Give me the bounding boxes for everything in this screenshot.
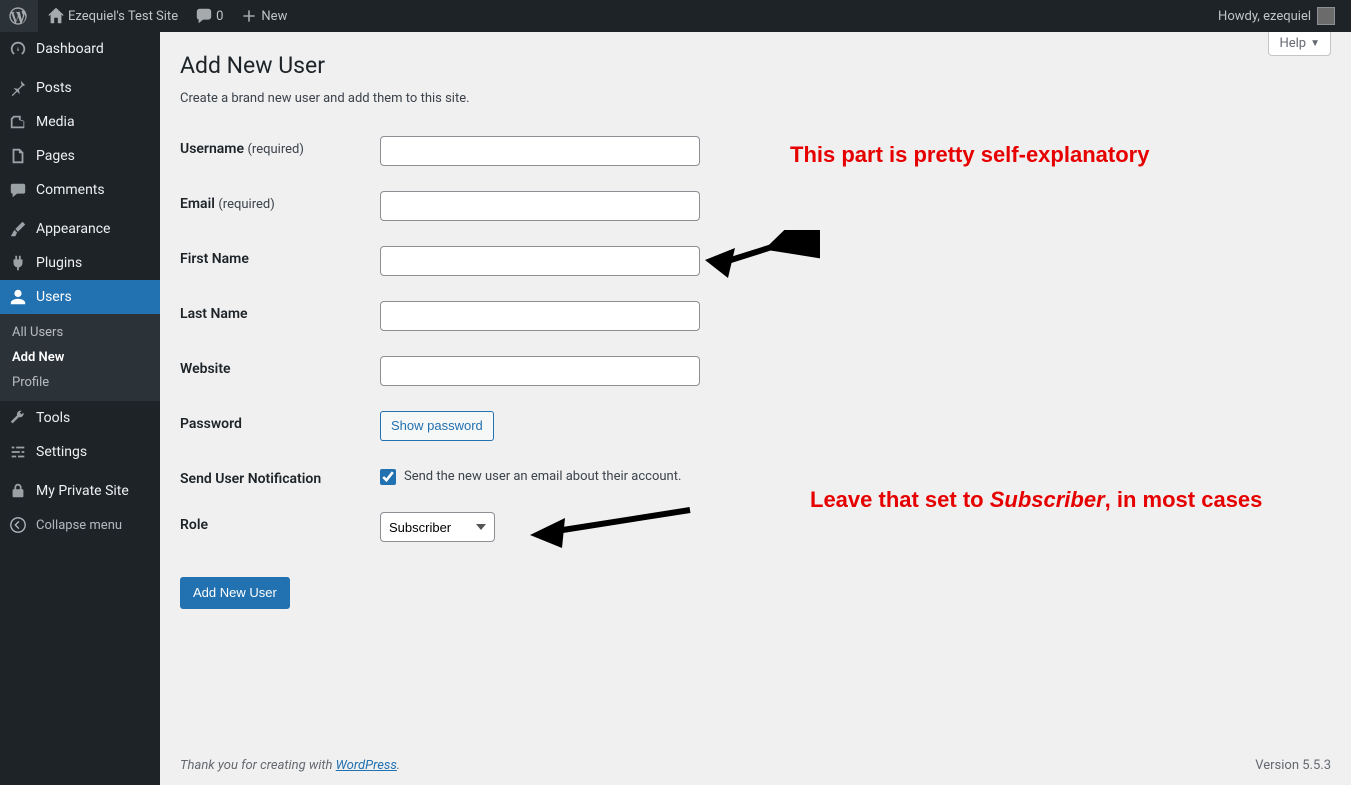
help-label: Help [1279,36,1306,51]
pin-icon [8,78,28,98]
annotation-bottom: Leave that set to Subscriber, in most ca… [810,485,1262,516]
submenu-all-users[interactable]: All Users [0,320,160,345]
menu-settings[interactable]: Settings [0,435,160,469]
menu-label: Settings [36,444,87,460]
admin-sidemenu: Dashboard Posts Media Pages Comments App… [0,32,160,785]
menu-label: Pages [36,148,75,164]
menu-posts[interactable]: Posts [0,71,160,105]
wordpress-link[interactable]: WordPress [336,758,397,773]
menu-label: Users [36,289,72,305]
add-new-user-button[interactable]: Add New User [180,577,290,609]
avatar-icon [1317,7,1335,25]
notify-checkbox[interactable] [380,469,396,485]
arrow-bottom [520,500,700,550]
user-icon [8,287,28,307]
media-icon [8,112,28,132]
menu-comments[interactable]: Comments [0,173,160,207]
menu-appearance[interactable]: Appearance [0,212,160,246]
annotation-top: This part is pretty self-explanatory [790,140,1149,171]
home-icon [46,6,66,26]
menu-label: Posts [36,80,72,96]
dashboard-icon [8,39,28,59]
menu-tools[interactable]: Tools [0,401,160,435]
paintbrush-icon [8,219,28,239]
wordpress-icon [8,6,28,26]
notify-checkbox-label[interactable]: Send the new user an email about their a… [404,469,681,484]
menu-pages[interactable]: Pages [0,139,160,173]
site-name-label: Ezequiel's Test Site [68,9,178,24]
email-input[interactable] [380,191,700,221]
username-input[interactable] [380,136,700,166]
screen-meta: Help ▼ [1268,32,1331,56]
menu-label: Plugins [36,255,82,271]
notify-label: Send User Notification [180,456,380,502]
page-title: Add New User [180,32,1331,83]
collapse-menu[interactable]: Collapse menu [0,508,160,542]
chevron-down-icon: ▼ [1310,38,1320,49]
submenu-users: All Users Add New Profile [0,314,160,401]
show-password-button[interactable]: Show password [380,411,494,441]
password-label: Password [180,401,380,456]
menu-media[interactable]: Media [0,105,160,139]
menu-dashboard[interactable]: Dashboard [0,32,160,66]
menu-label: My Private Site [36,483,129,499]
collapse-icon [8,515,28,535]
collapse-label: Collapse menu [36,518,122,533]
submenu-add-new[interactable]: Add New [0,345,160,370]
website-input[interactable] [380,356,700,386]
menu-label: Dashboard [36,41,104,57]
submenu-profile[interactable]: Profile [0,370,160,395]
website-label: Website [180,346,380,401]
admin-footer: Thank you for creating with WordPress. V… [160,745,1351,785]
comments-icon [8,180,28,200]
username-label: Username (required) [180,126,380,181]
menu-label: Appearance [36,221,110,237]
admin-toolbar: Ezequiel's Test Site 0 New Howdy, ezequi… [0,0,1351,32]
plug-icon [8,253,28,273]
plus-icon [239,6,259,26]
comments-menu[interactable]: 0 [186,0,231,32]
page-subtitle: Create a brand new user and add them to … [180,91,1331,106]
lastname-input[interactable] [380,301,700,331]
email-label: Email (required) [180,181,380,236]
firstname-input[interactable] [380,246,700,276]
footer-thanks: Thank you for creating with WordPress. [180,758,400,773]
footer-version: Version 5.5.3 [1255,758,1331,773]
my-account-menu[interactable]: Howdy, ezequiel [1210,0,1343,32]
wrench-icon [8,408,28,428]
help-tab[interactable]: Help ▼ [1268,32,1331,56]
menu-users[interactable]: Users [0,280,160,314]
menu-label: Tools [36,410,70,426]
lock-icon [8,481,28,501]
site-name-menu[interactable]: Ezequiel's Test Site [38,0,186,32]
new-label: New [261,9,287,24]
comment-bubble-icon [194,6,214,26]
menu-label: Media [36,114,75,130]
arrow-top [700,230,820,290]
wp-logo-menu[interactable] [0,0,38,32]
menu-private-site[interactable]: My Private Site [0,474,160,508]
menu-plugins[interactable]: Plugins [0,246,160,280]
comments-count: 0 [216,9,223,24]
sliders-icon [8,442,28,462]
page-icon [8,146,28,166]
howdy-text: Howdy, ezequiel [1218,9,1311,24]
role-label: Role [180,502,380,557]
content-area: Help ▼ Add New User Create a brand new u… [160,32,1351,785]
lastname-label: Last Name [180,291,380,346]
firstname-label: First Name [180,236,380,291]
new-content-menu[interactable]: New [231,0,295,32]
menu-label: Comments [36,182,105,198]
role-select[interactable]: Subscriber [380,512,495,542]
